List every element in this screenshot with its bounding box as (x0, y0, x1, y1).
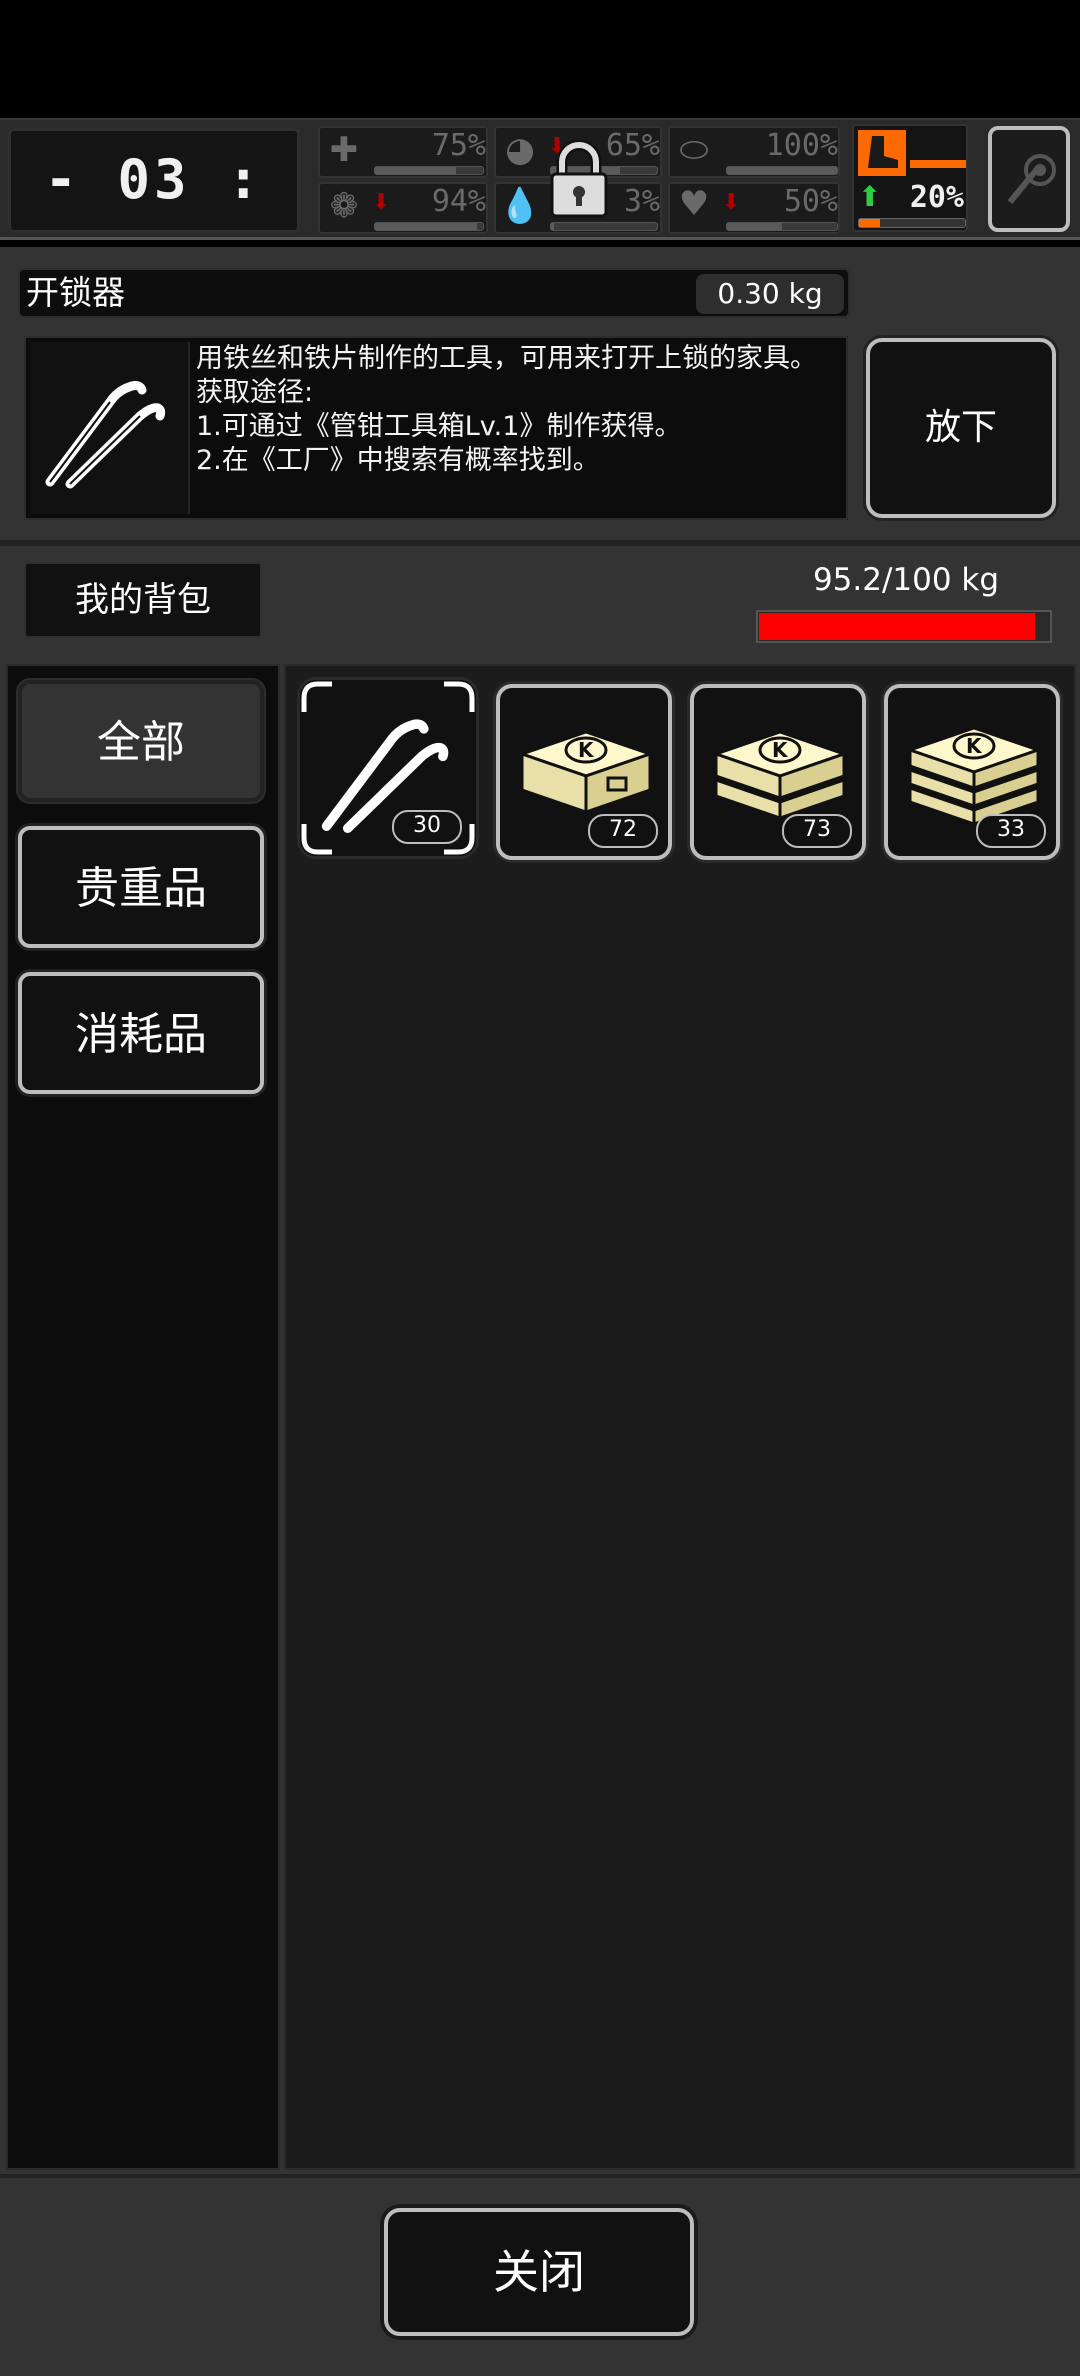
slot-count: 72 (588, 814, 658, 848)
stat-health-bar-fill (375, 167, 456, 174)
brain-icon: ❁ (329, 186, 359, 226)
stat-thirst-bar (550, 222, 658, 231)
heart-icon: ♥ (678, 184, 710, 224)
item-name: 开锁器 (26, 273, 125, 312)
category-valuables-tab[interactable]: 贵重品 (18, 826, 264, 948)
item-weight: 0.30 kg (696, 274, 844, 314)
stat-health-value: 75% (431, 128, 486, 163)
stat-heart: ♥ ⬇ 50% (668, 182, 840, 234)
stamina-bar-fill (859, 219, 881, 227)
drop-button[interactable]: 放下 (866, 338, 1056, 518)
stat-medicine: ⬭ 100% (668, 126, 840, 178)
stat-heart-bar-fill (727, 223, 782, 230)
stat-heart-value: 50% (783, 184, 838, 219)
item-preview (30, 342, 190, 514)
bag-weight: 95.2/100 kg (812, 562, 1000, 598)
stat-health: ✚ 75% (318, 126, 488, 178)
slot-count: 73 (782, 814, 852, 848)
inventory-slot-ammo-box-2[interactable]: K 73 (690, 684, 866, 860)
close-button[interactable]: 关闭 (384, 2208, 694, 2336)
my-bag-label: 我的背包 (24, 562, 262, 638)
category-consumables-tab[interactable]: 消耗品 (18, 972, 264, 1094)
game-timer: - 03 : 27 - (8, 128, 300, 309)
inventory-slot-ammo-box-1[interactable]: K 72 (496, 684, 672, 860)
stamina-bar-top (910, 160, 966, 168)
radar-icon (1007, 154, 1056, 204)
stomach-icon: ◕ (505, 130, 535, 170)
water-drop-icon: 💧 (498, 186, 542, 226)
stat-mental-bar-fill (375, 223, 477, 230)
slot-count: 33 (976, 814, 1046, 848)
svg-text:K: K (966, 734, 983, 758)
bag-capacity-fill (759, 613, 1036, 640)
inventory-slot-ammo-box-3[interactable]: K 33 (884, 684, 1060, 860)
medkit-icon: ✚ (329, 130, 359, 170)
lockpick-icon (45, 381, 166, 489)
stat-health-bar (374, 166, 484, 175)
stat-mental-bar (374, 222, 484, 231)
boot-icon (858, 130, 906, 176)
item-description: 用铁丝和铁片制作的工具，可用来打开上锁的家具。 获取途径: 1.可通过《管钳工具… (196, 343, 817, 476)
stamina-panel: ⬆ 20% (852, 124, 968, 232)
section-divider (0, 540, 1080, 546)
stat-heart-bar (726, 222, 838, 231)
category-all-tab[interactable]: 全部 (18, 680, 264, 802)
stat-medicine-value: 100% (765, 128, 838, 163)
stat-mental-value: 94% (431, 184, 486, 219)
lock-icon[interactable] (548, 140, 610, 220)
stat-mental: ❁ ⬇ 94% (318, 182, 488, 234)
stat-medicine-bar (726, 166, 838, 175)
stamina-value: 20% (909, 180, 964, 215)
svg-text:K: K (772, 738, 789, 762)
inventory-slot-lockpick[interactable]: 30 (300, 680, 476, 856)
stat-thirst-bar-fill (551, 223, 555, 230)
inventory-grid (284, 664, 1076, 2170)
stat-medicine-bar-fill (727, 167, 837, 174)
svg-text:K: K (578, 738, 595, 762)
radar-settings-button[interactable] (988, 126, 1070, 232)
stamina-up-arrow-icon: ⬆ (858, 180, 882, 213)
slot-count: 30 (392, 810, 462, 844)
stamina-bar (858, 218, 966, 228)
pill-icon: ⬭ (679, 130, 709, 170)
bag-capacity-bar (756, 610, 1052, 643)
